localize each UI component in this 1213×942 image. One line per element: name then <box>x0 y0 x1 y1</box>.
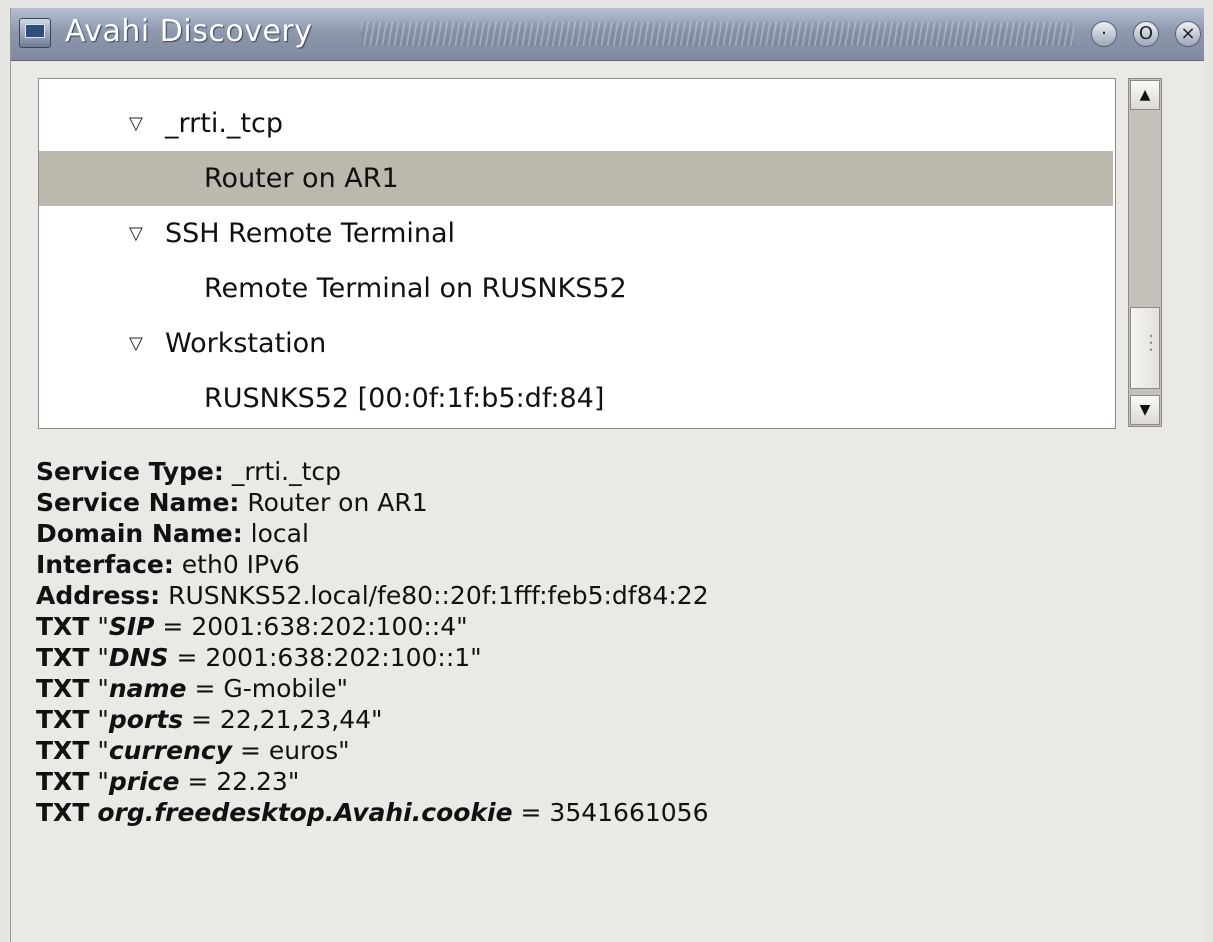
txt-key: price <box>108 767 180 796</box>
txt-key: SIP <box>108 612 155 641</box>
txt-quote: " <box>89 736 109 765</box>
txt-value: = G-mobile" <box>186 674 349 703</box>
address-label: Address: <box>36 581 161 610</box>
txt-record: TXT "DNS = 2001:638:202:100::1" <box>36 642 1176 673</box>
txt-prefix: TXT <box>36 767 90 796</box>
txt-record: TXT "name = G-mobile" <box>36 673 1176 704</box>
txt-prefix: TXT <box>36 612 90 641</box>
interface-value: eth0 IPv6 <box>173 550 300 579</box>
txt-record: TXT org.freedesktop.Avahi.cookie = 35416… <box>36 797 1176 828</box>
txt-prefix: TXT <box>36 643 90 672</box>
txt-record: TXT "currency = euros" <box>36 735 1176 766</box>
txt-prefix: TXT <box>36 674 90 703</box>
title-bar-grip <box>361 22 1074 46</box>
scroll-up-icon[interactable]: ▲ <box>1130 80 1160 110</box>
txt-record: TXT "SIP = 2001:638:202:100::4" <box>36 611 1176 642</box>
domain-name-line: Domain Name: local <box>36 518 1176 549</box>
txt-prefix: TXT <box>36 736 90 765</box>
domain-name-value: local <box>242 519 309 548</box>
tree-row-service-type[interactable]: ▽ Workstation <box>39 316 1113 371</box>
service-type-value: _rrti._tcp <box>223 457 342 486</box>
txt-prefix: TXT <box>36 705 90 734</box>
service-type-label: Service Type: <box>36 457 224 486</box>
tree-row-service[interactable]: Remote Terminal on RUSNKS52 <box>39 261 1113 316</box>
service-details: Service Type: _rrti._tcp Service Name: R… <box>36 456 1176 828</box>
expander-down-icon[interactable]: ▽ <box>129 316 143 371</box>
app-monitor-icon[interactable] <box>19 18 51 48</box>
txt-record: TXT "price = 22.23" <box>36 766 1176 797</box>
address-value: RUSNKS52.local/fe80::20f:1fff:feb5:df84:… <box>160 581 709 610</box>
txt-quote: " <box>89 705 109 734</box>
tree-row-label: RUSNKS52 [00:0f:1f:b5:df:84] <box>204 383 605 414</box>
address-line: Address: RUSNKS52.local/fe80::20f:1fff:f… <box>36 580 1176 611</box>
txt-key: ports <box>108 705 184 734</box>
close-button[interactable]: × <box>1175 21 1201 47</box>
tree-scrollbar[interactable]: ▲ ▼ <box>1128 78 1162 427</box>
tree-row-service[interactable]: Router on AR1 <box>39 151 1113 206</box>
maximize-button[interactable]: O <box>1133 21 1159 47</box>
txt-value: = 22,21,23,44" <box>183 705 383 734</box>
txt-quote: " <box>89 612 109 641</box>
txt-value: = 2001:638:202:100::4" <box>154 612 468 641</box>
tree-row-label: Workstation <box>165 328 327 359</box>
service-name-label: Service Name: <box>36 488 240 517</box>
txt-quote: " <box>89 643 109 672</box>
tree-row-label: Router on AR1 <box>204 163 399 194</box>
txt-key: org.freedesktop.Avahi.cookie <box>97 798 513 827</box>
minimize-button[interactable]: · <box>1091 21 1117 47</box>
expander-down-icon[interactable]: ▽ <box>129 206 143 261</box>
txt-value: = 2001:638:202:100::1" <box>168 643 482 672</box>
service-name-value: Router on AR1 <box>239 488 428 517</box>
txt-quote: " <box>89 674 109 703</box>
service-type-line: Service Type: _rrti._tcp <box>36 456 1176 487</box>
txt-quote: " <box>89 767 109 796</box>
service-tree[interactable]: ▽ _rrti._tcp Router on AR1 ▽ SSH Remote … <box>38 78 1116 429</box>
expander-down-icon[interactable]: ▽ <box>129 96 143 151</box>
tree-row-label: Remote Terminal on RUSNKS52 <box>204 273 627 304</box>
window-title: Avahi Discovery <box>65 14 313 49</box>
title-bar[interactable]: Avahi Discovery · O × <box>11 8 1204 61</box>
tree-row-label: _rrti._tcp <box>165 108 283 139</box>
txt-value: = 22.23" <box>179 767 300 796</box>
tree-row-service[interactable]: RUSNKS52 [00:0f:1f:b5:df:84] <box>39 371 1113 426</box>
interface-line: Interface: eth0 IPv6 <box>36 549 1176 580</box>
txt-value: = euros" <box>232 736 350 765</box>
service-name-line: Service Name: Router on AR1 <box>36 487 1176 518</box>
txt-key: currency <box>108 736 232 765</box>
tree-row-service-type[interactable]: ▽ _rrti._tcp <box>39 96 1113 151</box>
domain-name-label: Domain Name: <box>36 519 243 548</box>
scroll-thumb[interactable] <box>1130 307 1161 389</box>
scroll-down-icon[interactable]: ▼ <box>1130 395 1160 425</box>
tree-row-label: SSH Remote Terminal <box>165 218 456 249</box>
txt-prefix: TXT <box>36 798 90 827</box>
txt-key: name <box>108 674 187 703</box>
txt-record: TXT "ports = 22,21,23,44" <box>36 704 1176 735</box>
txt-value: = 3541661056 <box>512 798 709 827</box>
tree-row-service-type[interactable]: ▽ SSH Remote Terminal <box>39 206 1113 261</box>
interface-label: Interface: <box>36 550 174 579</box>
txt-key: DNS <box>108 643 169 672</box>
